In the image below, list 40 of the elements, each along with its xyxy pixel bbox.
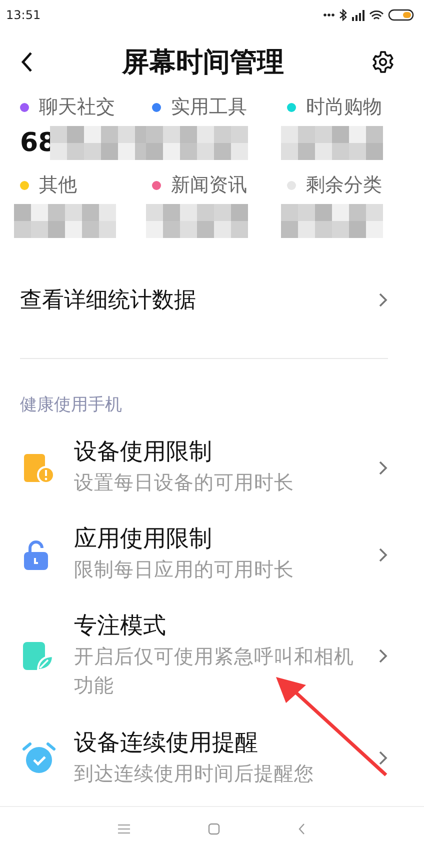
row-title: 专注模式: [74, 612, 167, 642]
settings-row[interactable]: 应用使用限制 限制每日应用的可用时长: [0, 515, 424, 594]
bluetooth-icon: [339, 9, 347, 21]
category-label: 剩余分类: [306, 173, 382, 198]
settings-icon[interactable]: [372, 51, 394, 73]
more-icon: [323, 13, 335, 17]
settings-row[interactable]: 设备使用限制 设置每日设备的可用时长: [0, 428, 424, 508]
phone-alert-icon: [22, 452, 54, 484]
home-icon[interactable]: [208, 823, 220, 835]
row-title: 设备连续使用提醒: [74, 728, 259, 758]
category-label: 时尚购物: [306, 95, 382, 120]
row-subtitle: 到达连续使用时间后提醒您: [74, 760, 315, 787]
row-subtitle: 限制每日应用的可用时长: [74, 557, 295, 584]
row-subtitle: 开启后仅可使用紧急呼叫和相机功能: [74, 644, 355, 700]
row-title: 设备使用限制: [74, 438, 213, 467]
status-time: 13:51: [6, 8, 41, 22]
chevron-icon: [378, 460, 388, 476]
section-title: 健康使用手机: [19, 394, 123, 416]
menu-icon[interactable]: [118, 824, 130, 834]
back-icon[interactable]: [20, 51, 34, 73]
row-subtitle: 设置每日设备的可用时长: [74, 470, 295, 496]
row-title: 应用使用限制: [74, 525, 213, 554]
category-label: 实用工具: [171, 95, 247, 120]
category-label: 其他: [39, 173, 77, 198]
unlock-icon: [22, 538, 50, 571]
alarm-clock-icon: [22, 741, 56, 776]
leaf-card-icon: [22, 640, 54, 672]
chevron-icon: [378, 648, 388, 664]
signal-icon: [351, 10, 365, 20]
chevron-icon: [378, 546, 388, 563]
settings-row[interactable]: 专注模式 开启后仅可使用紧急呼叫和相机功能: [0, 602, 424, 711]
category-label: 聊天社交: [39, 95, 115, 120]
category-label: 新闻资讯: [171, 173, 247, 198]
chevron-icon: [378, 292, 388, 308]
page-title: 屏幕时间管理: [122, 46, 284, 80]
chevron-icon: [378, 750, 388, 766]
details-link[interactable]: 查看详细统计数据: [0, 272, 424, 328]
wifi-icon: [369, 10, 384, 20]
settings-row[interactable]: 设备连续使用提醒 到达连续使用时间后提醒您: [0, 718, 424, 798]
battery-icon: [388, 9, 414, 21]
